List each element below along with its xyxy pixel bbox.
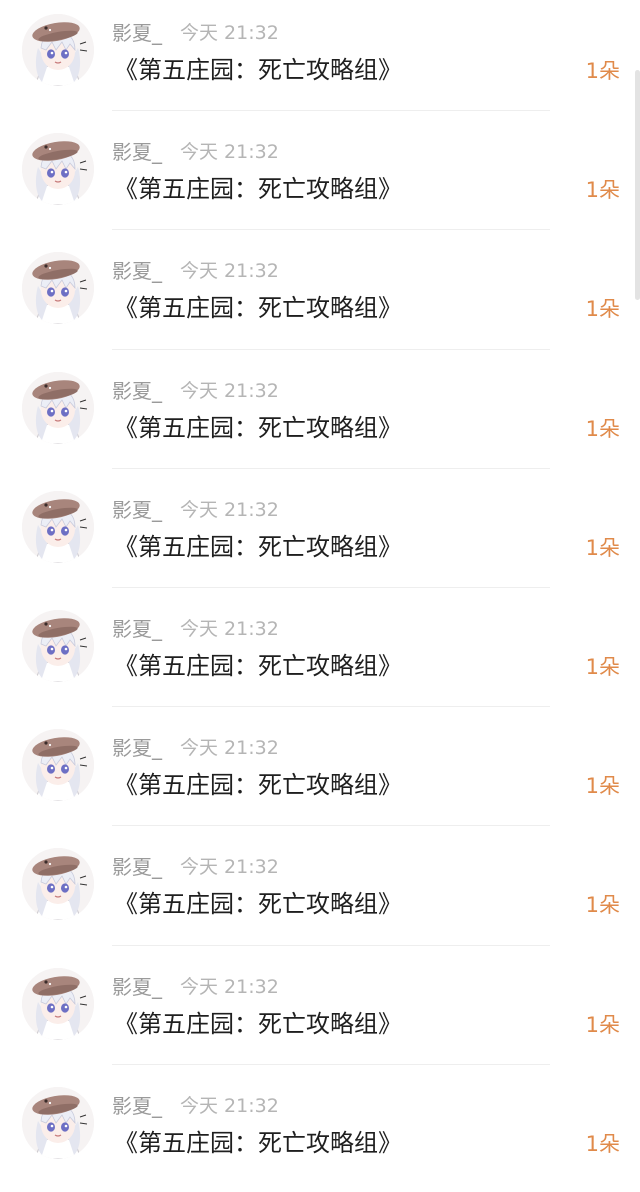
avatar-icon [22, 609, 94, 682]
username[interactable]: 影夏_ [112, 378, 162, 404]
user-avatar[interactable] [22, 490, 94, 563]
list-item[interactable]: 影夏_ 今天 21:32 《第五庄园：死亡攻略组》 1朵 [0, 954, 640, 1073]
book-title[interactable]: 《第五庄园：死亡攻略组》 [114, 1127, 402, 1159]
timestamp: 今天 21:32 [180, 617, 279, 640]
list-item[interactable]: 影夏_ 今天 21:32 《第五庄园：死亡攻略组》 1朵 [0, 834, 640, 953]
user-avatar[interactable] [22, 848, 94, 921]
avatar-icon [22, 848, 94, 921]
user-avatar[interactable] [22, 729, 94, 802]
divider [112, 467, 550, 469]
list-item[interactable]: 影夏_ 今天 21:32 《第五庄园：死亡攻略组》 1朵 [0, 715, 640, 834]
book-title[interactable]: 《第五庄园：死亡攻略组》 [114, 54, 402, 86]
flower-count: 1朵 [585, 893, 620, 918]
book-title[interactable]: 《第五庄园：死亡攻略组》 [114, 292, 402, 324]
book-title[interactable]: 《第五庄园：死亡攻略组》 [114, 531, 402, 563]
username[interactable]: 影夏_ [112, 735, 162, 761]
user-avatar[interactable] [22, 371, 94, 444]
avatar-icon [22, 729, 94, 802]
avatar-icon [22, 490, 94, 563]
divider [112, 229, 550, 231]
flower-count: 1朵 [585, 1131, 620, 1156]
book-title[interactable]: 《第五庄园：死亡攻略组》 [114, 769, 402, 801]
list-item[interactable]: 影夏_ 今天 21:32 《第五庄园：死亡攻略组》 1朵 [0, 477, 640, 596]
timestamp: 今天 21:32 [180, 975, 279, 998]
username[interactable]: 影夏_ [112, 497, 162, 523]
divider [112, 348, 550, 350]
flower-count: 1朵 [585, 774, 620, 799]
timestamp: 今天 21:32 [180, 856, 279, 879]
divider [112, 944, 550, 946]
user-avatar[interactable] [22, 967, 94, 1040]
list-item[interactable]: 影夏_ 今天 21:32 《第五庄园：死亡攻略组》 1朵 [0, 0, 640, 119]
username[interactable]: 影夏_ [112, 1093, 162, 1119]
timestamp: 今天 21:32 [180, 22, 279, 44]
book-title[interactable]: 《第五庄园：死亡攻略组》 [114, 173, 402, 205]
username[interactable]: 影夏_ [112, 974, 162, 1000]
book-title[interactable]: 《第五庄园：死亡攻略组》 [114, 412, 402, 444]
divider [112, 825, 550, 827]
timestamp: 今天 21:32 [180, 260, 279, 283]
avatar-icon [22, 14, 94, 86]
username[interactable]: 影夏_ [112, 854, 162, 880]
username[interactable]: 影夏_ [112, 616, 162, 642]
timestamp: 今天 21:32 [180, 1094, 279, 1117]
username[interactable]: 影夏_ [112, 258, 162, 284]
avatar-icon [22, 967, 94, 1040]
user-avatar[interactable] [22, 1086, 94, 1159]
avatar-icon [22, 252, 94, 325]
timestamp: 今天 21:32 [180, 141, 279, 164]
avatar-icon [22, 1086, 94, 1159]
list-item[interactable]: 影夏_ 今天 21:32 《第五庄园：死亡攻略组》 1朵 [0, 596, 640, 715]
timestamp: 今天 21:32 [180, 379, 279, 402]
book-title[interactable]: 《第五庄园：死亡攻略组》 [114, 888, 402, 920]
scrollbar[interactable] [635, 70, 640, 300]
flower-count: 1朵 [585, 59, 620, 83]
flower-count: 1朵 [585, 416, 620, 441]
list-item[interactable]: 影夏_ 今天 21:32 《第五庄园：死亡攻略组》 1朵 [0, 1073, 640, 1192]
username[interactable]: 影夏_ [112, 139, 162, 165]
user-avatar[interactable] [22, 14, 94, 86]
divider [112, 1063, 550, 1065]
timestamp: 今天 21:32 [180, 737, 279, 760]
book-title[interactable]: 《第五庄园：死亡攻略组》 [114, 650, 402, 682]
flower-count: 1朵 [585, 297, 620, 322]
list-item[interactable]: 影夏_ 今天 21:32 《第五庄园：死亡攻略组》 1朵 [0, 119, 640, 238]
user-avatar[interactable] [22, 252, 94, 325]
divider [112, 706, 550, 708]
divider [112, 110, 550, 112]
avatar-icon [22, 133, 94, 206]
gift-record-list: 影夏_ 今天 21:32 《第五庄园：死亡攻略组》 1朵 影夏_ 今天 21:3… [0, 0, 640, 1192]
flower-count: 1朵 [585, 535, 620, 560]
flower-count: 1朵 [585, 654, 620, 679]
flower-count: 1朵 [585, 178, 620, 203]
book-title[interactable]: 《第五庄园：死亡攻略组》 [114, 1008, 402, 1040]
avatar-icon [22, 371, 94, 444]
timestamp: 今天 21:32 [180, 498, 279, 521]
list-item[interactable]: 影夏_ 今天 21:32 《第五庄园：死亡攻略组》 1朵 [0, 358, 640, 477]
user-avatar[interactable] [22, 133, 94, 206]
username[interactable]: 影夏_ [112, 20, 162, 46]
flower-count: 1朵 [585, 1012, 620, 1037]
divider [112, 586, 550, 588]
user-avatar[interactable] [22, 609, 94, 682]
list-item[interactable]: 影夏_ 今天 21:32 《第五庄园：死亡攻略组》 1朵 [0, 238, 640, 357]
